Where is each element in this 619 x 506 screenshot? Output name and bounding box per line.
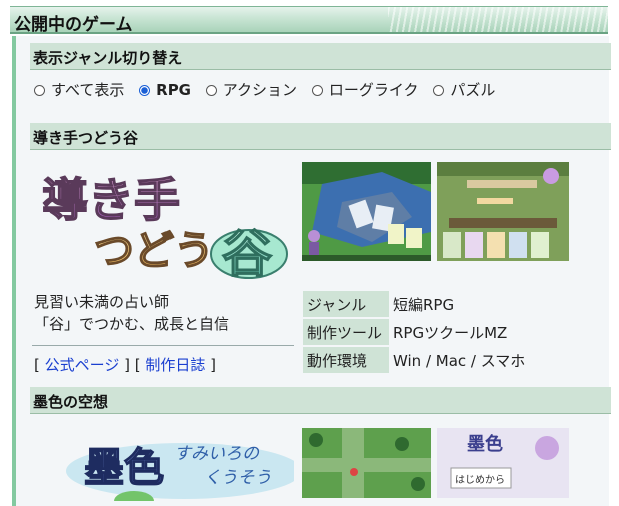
page-header: 公開中のゲーム — [10, 6, 608, 35]
game-screenshot-2[interactable]: 墨色 はじめから — [437, 428, 569, 498]
svg-text:くうそう: くうそう — [204, 468, 272, 488]
svg-text:墨色: 墨色 — [84, 445, 164, 491]
genre-switch-heading: 表示ジャンル切り替え — [30, 43, 611, 70]
game-logo[interactable]: 墨色 すみいろの くうそう — [34, 431, 294, 501]
game-description: 見習い未満の占い師 「谷」でつかむ、成長と自信 — [34, 293, 230, 333]
genre-option-all[interactable]: すべて表示 — [34, 79, 124, 100]
game-screenshot-2[interactable] — [437, 162, 569, 261]
game-title-heading: 導き手つどう谷 — [30, 123, 611, 150]
genre-option-puzzle[interactable]: パズル — [433, 79, 495, 100]
info-value: RPGツクールMZ — [393, 323, 508, 342]
radio-icon[interactable] — [34, 85, 45, 96]
svg-text:谷: 谷 — [222, 225, 272, 283]
radio-selected-icon[interactable] — [139, 85, 151, 96]
genre-option-roguelike[interactable]: ローグライク — [311, 79, 419, 100]
dev-diary-link[interactable]: 制作日誌 — [145, 356, 205, 374]
genre-option-rpg[interactable]: RPG — [139, 81, 191, 99]
game-screenshot-1[interactable] — [302, 428, 431, 498]
info-value: 短編RPG — [393, 295, 455, 314]
info-row-genre: ジャンル 短編RPG — [303, 291, 529, 317]
page-title: 公開中のゲーム — [14, 15, 133, 35]
svg-text:はじめから: はじめから — [455, 474, 505, 486]
game-screenshot-1[interactable] — [302, 162, 431, 261]
info-row-tool: 制作ツール RPGツクールMZ — [303, 319, 529, 345]
game-logo-image: 導き手 つどう 谷 — [41, 172, 288, 284]
info-key: ジャンル — [303, 291, 389, 317]
svg-text:つどう: つどう — [94, 228, 214, 274]
info-key: 動作環境 — [303, 347, 389, 373]
svg-text:すみいろの: すみいろの — [174, 444, 260, 464]
official-page-link[interactable]: 公式ページ — [45, 356, 120, 374]
info-value: Win / Mac / スマホ — [393, 351, 526, 370]
svg-text:導き手: 導き手 — [42, 173, 180, 227]
game-title-heading: 墨色の空想 — [30, 387, 611, 414]
screenshot-image — [437, 162, 569, 261]
game-list-panel: 表示ジャンル切り替え すべて表示 RPG アクション ローグライク パズル 導き… — [12, 36, 611, 506]
svg-text:墨色: 墨色 — [467, 433, 503, 455]
game-links: [ 公式ページ ] [ 制作日誌 ] — [34, 356, 216, 374]
radio-icon[interactable] — [311, 85, 323, 96]
screenshot-image — [302, 428, 431, 498]
screenshot-image: 墨色 はじめから — [437, 428, 569, 498]
genre-option-action[interactable]: アクション — [205, 79, 297, 100]
info-key: 制作ツール — [303, 319, 389, 345]
genre-radio-group: すべて表示 RPG アクション ローグライク パズル — [34, 79, 497, 100]
screenshot-image — [302, 162, 431, 261]
game-logo-image: 墨色 すみいろの くうそう — [66, 443, 294, 501]
header-pattern — [388, 7, 608, 32]
radio-icon[interactable] — [433, 85, 445, 96]
radio-icon[interactable] — [205, 85, 217, 96]
divider — [32, 345, 294, 346]
game-logo[interactable]: 導き手 つどう 谷 — [34, 166, 294, 284]
game-info-table: ジャンル 短編RPG 制作ツール RPGツクールMZ 動作環境 Win / Ma… — [303, 289, 529, 375]
info-row-platform: 動作環境 Win / Mac / スマホ — [303, 347, 529, 373]
